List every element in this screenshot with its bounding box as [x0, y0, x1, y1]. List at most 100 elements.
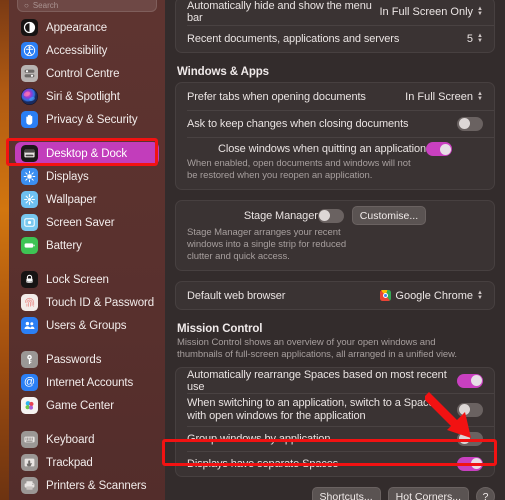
customise-button[interactable]: Customise... [351, 206, 427, 225]
users-groups-icon [21, 317, 38, 334]
prefer-tabs-dropdown[interactable]: In Full Screen ▲ ▼ [405, 91, 483, 103]
row-label: Recent documents, applications and serve… [187, 32, 400, 45]
sidebar-item-keyboard[interactable]: Keyboard [15, 428, 159, 451]
row-default-web-browser[interactable]: Default web browser Google Chrome ▲ ▼ [176, 282, 494, 309]
row-switch-to-space[interactable]: When switching to an application, switch… [176, 393, 494, 426]
search-input[interactable]: ○ Search [17, 0, 157, 12]
sidebar-item-game-center[interactable]: Game Center [15, 394, 159, 417]
recent-documents-dropdown[interactable]: 5 ▲ ▼ [467, 33, 483, 45]
row-ask-keep-changes[interactable]: Ask to keep changes when closing documen… [176, 110, 494, 137]
sidebar-item-label: Game Center [46, 399, 114, 412]
sidebar-item-siri-spotlight[interactable]: Siri & Spotlight [15, 85, 159, 108]
sidebar-item-label: Battery [46, 239, 82, 252]
menu-bar-card: Automatically hide and show the menu bar… [175, 0, 495, 53]
dropdown-value: In Full Screen [405, 90, 474, 103]
toggle-knob [470, 375, 482, 386]
game-center-icon [21, 397, 38, 414]
sidebar-item-printers-scanners[interactable]: Printers & Scanners [15, 474, 159, 497]
row-recent-documents[interactable]: Recent documents, applications and serve… [176, 25, 494, 52]
section-title-windows-apps: Windows & Apps [177, 66, 269, 78]
row-stage-manager[interactable]: Stage Manager Customise... Stage Manager… [176, 201, 494, 270]
sidebar-item-control-centre[interactable]: Control Centre [15, 62, 159, 85]
row-label: Group windows by application [187, 432, 331, 445]
row-prefer-tabs[interactable]: Prefer tabs when opening documents In Fu… [176, 83, 494, 110]
control-centre-icon [21, 65, 38, 82]
sidebar-item-battery[interactable]: Battery [15, 234, 159, 257]
sidebar-item-accessibility[interactable]: Accessibility [15, 39, 159, 62]
displays-separate-spaces-toggle[interactable] [457, 456, 483, 471]
row-auto-rearrange-spaces[interactable]: Automatically rearrange Spaces based on … [176, 368, 494, 393]
sidebar-item-wallpaper[interactable]: Wallpaper [15, 188, 159, 211]
row-close-windows-quitting[interactable]: Close windows when quitting an applicati… [176, 137, 494, 189]
passwords-icon [21, 351, 38, 368]
search-placeholder: Search [32, 1, 59, 10]
wallpaper-icon [21, 191, 38, 208]
stage-manager-toggle[interactable] [317, 208, 344, 223]
default-browser-dropdown[interactable]: Google Chrome ▲ ▼ [380, 290, 483, 302]
battery-icon [21, 237, 38, 254]
displays-icon [21, 168, 38, 185]
sidebar-item-label: Users & Groups [46, 319, 127, 332]
sidebar-group-1: Appearance Accessibility Control Centre [9, 16, 165, 131]
row-group-windows[interactable]: Group windows by application [176, 426, 494, 451]
sidebar-item-screen-saver[interactable]: Screen Saver [15, 211, 159, 234]
sidebar-item-label: Printers & Scanners [46, 479, 147, 492]
internet-accounts-icon: @ [21, 374, 38, 391]
sidebar-item-privacy-security[interactable]: Privacy & Security [15, 108, 159, 131]
sidebar-item-label: Wallpaper [46, 193, 97, 206]
sidebar-item-desktop-dock[interactable]: Desktop & Dock [15, 142, 159, 165]
row-label: Stage Manager [243, 209, 318, 222]
keyboard-icon [21, 431, 38, 448]
row-description: Stage Manager arranges your recent windo… [187, 227, 347, 262]
screen-saver-icon [21, 214, 38, 231]
sidebar-item-label: Touch ID & Password [46, 296, 155, 309]
shortcuts-button[interactable]: Shortcuts... [311, 487, 381, 500]
sidebar-item-label: Lock Screen [46, 273, 109, 286]
hot-corners-button[interactable]: Hot Corners... [387, 487, 469, 500]
auto-rearrange-spaces-toggle[interactable] [457, 373, 483, 388]
sidebar-item-label: Accessibility [46, 44, 108, 57]
default-browser-card: Default web browser Google Chrome ▲ ▼ [175, 281, 495, 310]
auto-hide-menu-bar-dropdown[interactable]: In Full Screen Only ▲ ▼ [380, 6, 484, 18]
row-displays-separate-spaces[interactable]: Displays have separate Spaces [176, 451, 494, 476]
sidebar-item-trackpad[interactable]: Trackpad [15, 451, 159, 474]
sidebar-group-3: Lock Screen Touch ID & Password Users & … [9, 268, 165, 337]
switch-to-space-toggle[interactable] [457, 402, 483, 417]
sidebar-item-label: Privacy & Security [46, 113, 138, 126]
sidebar-item-touch-id[interactable]: Touch ID & Password [15, 291, 159, 314]
chevron-updown-icon: ▲ ▼ [477, 5, 483, 17]
sidebar-item-users-groups[interactable]: Users & Groups [15, 314, 159, 337]
windows-apps-card: Prefer tabs when opening documents In Fu… [175, 82, 495, 190]
desktop-dock-icon [21, 145, 38, 162]
printers-scanners-icon [21, 477, 38, 494]
ask-keep-changes-toggle[interactable] [457, 116, 483, 131]
group-windows-toggle[interactable] [457, 431, 483, 446]
toggle-knob [470, 458, 482, 469]
footer-buttons: Shortcuts... Hot Corners... ? [175, 477, 495, 500]
sidebar-item-internet-accounts[interactable]: @ Internet Accounts [15, 371, 159, 394]
sidebar-group-4: Passwords @ Internet Accounts Game Cente… [9, 348, 165, 417]
dropdown-value: Google Chrome [395, 289, 474, 302]
help-button[interactable]: ? [476, 487, 495, 500]
section-description-mission-control: Mission Control shows an overview of you… [177, 337, 458, 360]
sidebar-item-lock-screen[interactable]: Lock Screen [15, 268, 159, 291]
stage-manager-card: Stage Manager Customise... Stage Manager… [175, 200, 495, 271]
desktop-wallpaper-edge [0, 0, 9, 500]
row-label: Automatically rearrange Spaces based on … [187, 368, 447, 393]
row-label: Automatically hide and show the menu bar [187, 0, 372, 24]
sidebar-item-displays[interactable]: Displays [15, 165, 159, 188]
siri-icon [21, 88, 38, 105]
privacy-security-icon [21, 111, 38, 128]
row-auto-hide-menu-bar[interactable]: Automatically hide and show the menu bar… [176, 0, 494, 25]
search-icon: ○ [24, 1, 29, 10]
sidebar-item-passwords[interactable]: Passwords [15, 348, 159, 371]
row-description: When enabled, open documents and windows… [187, 158, 411, 181]
row-label: Close windows when quitting an applicati… [218, 143, 426, 155]
toggle-knob [319, 210, 331, 221]
row-label: Displays have separate Spaces [187, 457, 339, 470]
google-chrome-icon [380, 290, 392, 301]
chevron-updown-icon: ▲ ▼ [477, 289, 483, 301]
close-windows-quitting-toggle[interactable] [426, 142, 452, 156]
accessibility-icon [21, 42, 38, 59]
sidebar-item-appearance[interactable]: Appearance [15, 16, 159, 39]
